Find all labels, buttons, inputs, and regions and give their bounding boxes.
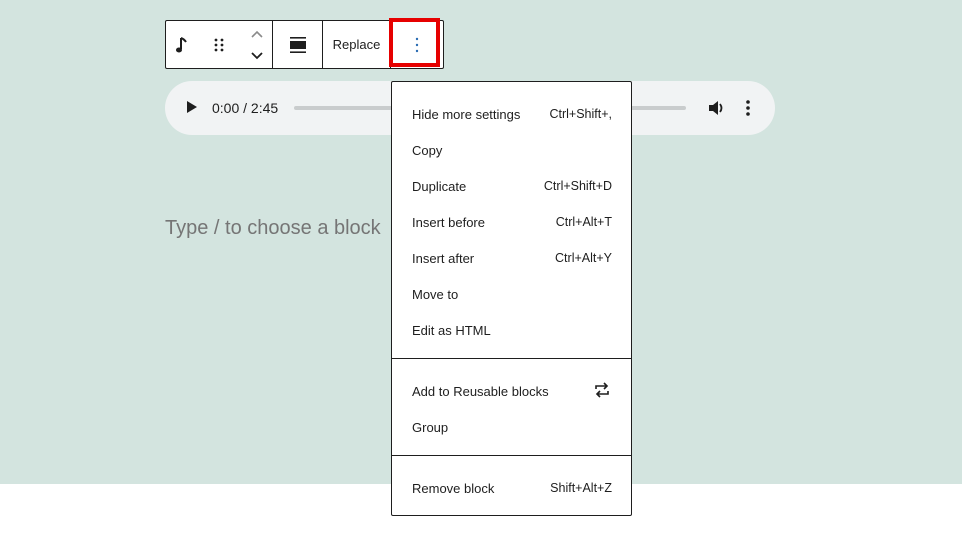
- block-switcher-group: [166, 21, 273, 68]
- block-mover: [250, 21, 264, 68]
- menu-item-shortcut: Ctrl+Alt+Y: [555, 251, 612, 265]
- block-toolbar: Replace: [165, 20, 444, 69]
- audio-time: 0:00 / 2:45: [212, 100, 279, 116]
- menu-item-shortcut: Ctrl+Shift+D: [543, 179, 612, 193]
- replace-button[interactable]: Replace: [333, 21, 381, 68]
- audio-more-icon[interactable]: [745, 99, 751, 122]
- menu-item-label: Copy: [412, 142, 443, 158]
- menu-item-add-to-reusable-blocks[interactable]: Add to Reusable blocks: [412, 377, 612, 405]
- menu-item-label: Remove block: [412, 480, 495, 496]
- music-note-icon[interactable]: [174, 21, 188, 68]
- menu-item-label: Hide more settings: [412, 106, 521, 122]
- menu-item-label: Group: [412, 419, 449, 435]
- menu-item-label: Duplicate: [412, 178, 467, 194]
- options-group: [391, 21, 443, 68]
- menu-divider: [392, 455, 631, 456]
- menu-item-duplicate[interactable]: Duplicate Ctrl+Shift+D: [412, 172, 612, 200]
- align-icon[interactable]: [289, 21, 307, 68]
- menu-item-label: Add to Reusable blocks: [412, 383, 549, 399]
- block-placeholder[interactable]: Type / to choose a block: [165, 217, 381, 240]
- menu-item-shortcut: Ctrl+Alt+T: [555, 215, 612, 229]
- chevron-down-icon[interactable]: [250, 47, 264, 65]
- menu-item-label: Insert before: [412, 214, 485, 230]
- reusable-block-icon: [592, 380, 612, 403]
- menu-item-edit-as-html[interactable]: Edit as HTML: [412, 316, 612, 344]
- menu-item-shortcut: Ctrl+Shift+,: [549, 107, 612, 121]
- menu-item-remove-block[interactable]: Remove block Shift+Alt+Z: [412, 474, 612, 502]
- play-icon[interactable]: [186, 100, 198, 119]
- menu-item-label: Move to: [412, 286, 459, 302]
- menu-item-insert-after[interactable]: Insert after Ctrl+Alt+Y: [412, 244, 612, 272]
- menu-item-group[interactable]: Group: [412, 413, 612, 441]
- menu-item-move-to[interactable]: Move to: [412, 280, 612, 308]
- block-options-menu: Hide more settings Ctrl+Shift+, Copy Dup…: [391, 81, 632, 516]
- more-vertical-icon[interactable]: [415, 21, 419, 68]
- menu-item-label: Edit as HTML: [412, 322, 491, 338]
- replace-group: Replace: [323, 21, 391, 68]
- menu-divider: [392, 358, 631, 359]
- menu-item-copy[interactable]: Copy: [412, 136, 612, 164]
- align-group: [273, 21, 323, 68]
- menu-item-insert-before[interactable]: Insert before Ctrl+Alt+T: [412, 208, 612, 236]
- menu-item-shortcut: Shift+Alt+Z: [550, 481, 612, 495]
- menu-item-hide-more-settings[interactable]: Hide more settings Ctrl+Shift+,: [412, 100, 612, 128]
- chevron-up-icon[interactable]: [250, 25, 264, 43]
- menu-item-label: Insert after: [412, 250, 475, 266]
- volume-icon[interactable]: [708, 99, 726, 122]
- drag-handle-icon[interactable]: [213, 21, 225, 68]
